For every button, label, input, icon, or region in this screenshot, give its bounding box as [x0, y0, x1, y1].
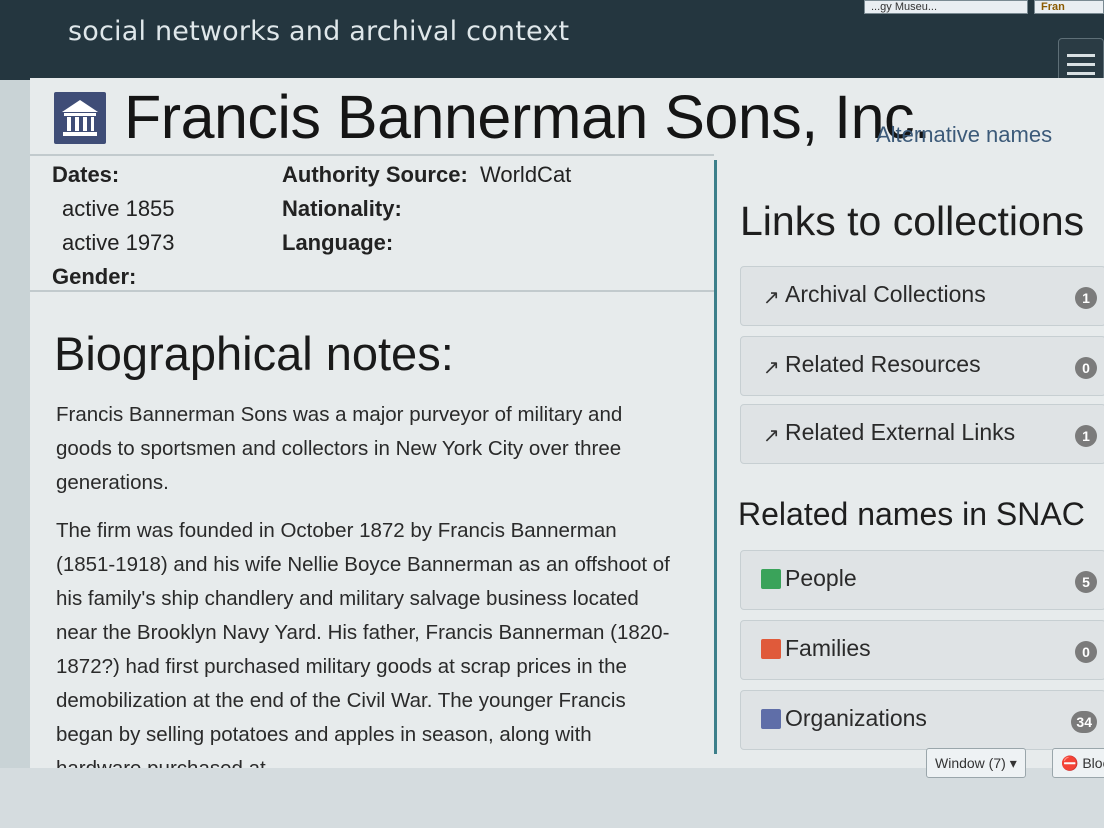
- families-link[interactable]: Families 0: [740, 620, 1104, 680]
- block-icon: ⛔: [1061, 755, 1079, 771]
- external-link-icon: ↗: [763, 425, 780, 447]
- bio-paragraph: The firm was founded in October 1872 by …: [56, 519, 670, 780]
- date-active-start: active 1855: [62, 196, 175, 221]
- authority-source-value: WorldCat: [480, 162, 572, 187]
- external-link-icon: ↗: [763, 287, 780, 309]
- taskbar: Window (7) ▾ ⛔ Bloc: [0, 748, 1104, 828]
- browser-tab-museum[interactable]: ...gy Museu...: [864, 0, 1028, 14]
- link-label: People: [785, 565, 857, 591]
- related-external-links-link[interactable]: ↗ Related External Links 1: [740, 404, 1104, 464]
- organization-icon: [761, 709, 781, 729]
- count-badge: 5: [1075, 571, 1097, 593]
- biographical-notes-heading: Biographical notes:: [54, 327, 454, 380]
- dropdown-caret-icon: ▾: [1009, 755, 1017, 771]
- block-button[interactable]: ⛔ Bloc: [1052, 748, 1104, 778]
- alternative-names-link[interactable]: Alternative names: [876, 122, 1052, 148]
- count-badge: 34: [1071, 711, 1097, 733]
- count-badge: 1: [1075, 425, 1097, 447]
- language-label: Language:: [282, 230, 394, 255]
- link-label: Archival Collections: [785, 281, 986, 307]
- menu-bar-icon: [1067, 71, 1095, 75]
- gender-label: Gender:: [52, 264, 137, 289]
- links-to-collections-heading: Links to collections: [740, 198, 1085, 244]
- link-label: Families: [785, 635, 871, 661]
- browser-tab-francis[interactable]: Fran: [1034, 0, 1104, 14]
- entity-name: Francis Bannerman Sons, Inc.: [124, 83, 931, 151]
- authority-source-label: Authority Source:: [282, 162, 468, 187]
- institution-icon: [54, 92, 106, 144]
- entity-header: Francis Bannerman Sons, Inc. Alternative…: [30, 78, 1104, 151]
- link-label: Organizations: [785, 705, 927, 731]
- external-link-icon: ↗: [763, 357, 780, 379]
- browser-tabs: ...gy Museu... Fran: [864, 0, 1104, 14]
- site-title[interactable]: social networks and archival context: [68, 16, 569, 47]
- archival-collections-link[interactable]: ↗ Archival Collections 1: [740, 266, 1104, 326]
- count-badge: 1: [1075, 287, 1097, 309]
- institution-glyph: [62, 100, 98, 136]
- count-badge: 0: [1075, 641, 1097, 663]
- menu-bar-icon: [1067, 62, 1095, 66]
- organizations-link[interactable]: Organizations 34: [740, 690, 1104, 750]
- date-active-end: active 1973: [62, 230, 175, 255]
- bio-paragraph: Francis Bannerman Sons was a major purve…: [56, 403, 623, 494]
- count-badge: 0: [1075, 357, 1097, 379]
- entity-page: Francis Bannerman Sons, Inc. Alternative…: [30, 78, 1104, 780]
- link-label: Related Resources: [785, 351, 981, 377]
- window-dropdown-button[interactable]: Window (7) ▾: [926, 748, 1026, 778]
- person-icon: [761, 569, 781, 589]
- dates-label: Dates:: [52, 162, 120, 187]
- nationality-label: Nationality:: [282, 196, 402, 221]
- related-names-heading: Related names in SNAC: [738, 496, 1085, 532]
- block-label: Bloc: [1082, 755, 1104, 771]
- column-divider: [714, 160, 717, 754]
- menu-bar-icon: [1067, 53, 1095, 57]
- people-link[interactable]: People 5: [740, 550, 1104, 610]
- link-label: Related External Links: [785, 419, 1016, 445]
- window-label: Window (7): [935, 755, 1006, 771]
- entity-metadata: Dates: active 1855 active 1973 Gender: A…: [30, 154, 714, 292]
- site-header: social networks and archival context ...…: [0, 0, 1104, 90]
- related-resources-link[interactable]: ↗ Related Resources 0: [740, 336, 1104, 396]
- family-icon: [761, 639, 781, 659]
